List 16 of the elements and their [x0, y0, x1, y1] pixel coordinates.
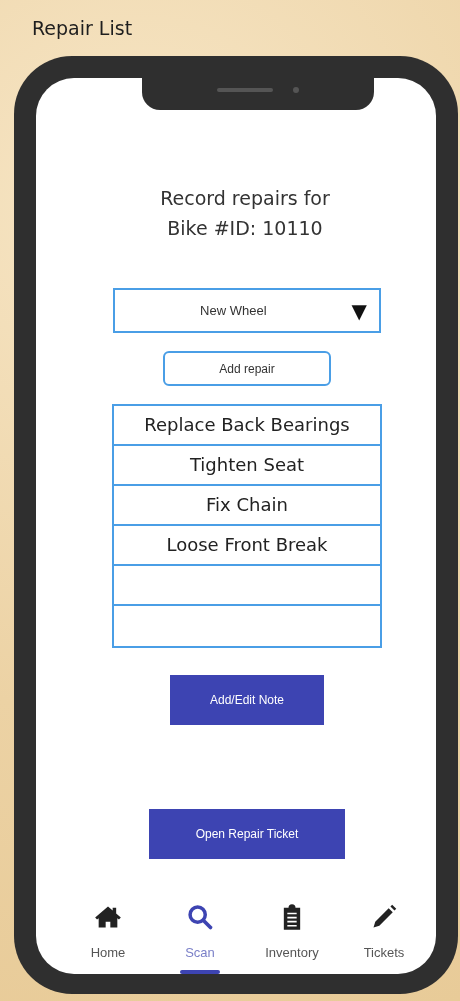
search-icon	[186, 903, 214, 931]
open-repair-ticket-button[interactable]: Open Repair Ticket	[149, 809, 345, 859]
repair-list-item[interactable]: Loose Front Break	[114, 526, 380, 567]
repair-dropdown[interactable]: New Wheel ▼	[113, 288, 381, 333]
page-title: Repair List	[31, 16, 134, 41]
nav-tab[interactable]: Inventory	[255, 903, 329, 974]
add-edit-note-button[interactable]: Add/Edit Note	[170, 675, 324, 726]
repair-list-item[interactable]: Tighten Seat	[114, 446, 380, 487]
dropdown-arrow-icon[interactable]: ▼	[351, 300, 367, 321]
repair-list-item[interactable]: Fix Chain	[114, 486, 380, 527]
nav-tab[interactable]: Tickets	[347, 903, 421, 974]
repair-list-item[interactable]: Replace Back Bearings	[114, 406, 380, 447]
nav-tab[interactable]: Scan	[163, 903, 237, 974]
add-repair-button[interactable]: Add repair	[163, 351, 331, 387]
screen-heading: Record repairs for Bike #ID: 10110	[160, 186, 330, 241]
nav-tab[interactable]: Home	[71, 903, 145, 974]
